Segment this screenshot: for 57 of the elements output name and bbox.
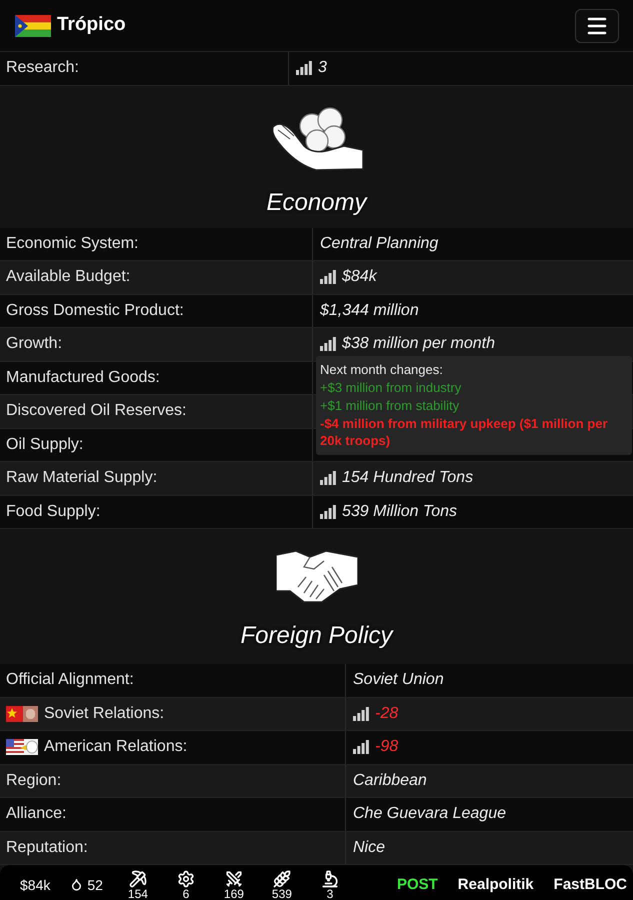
row-value: -28 (375, 704, 398, 724)
tooltip-line: +$1 million from stability (320, 396, 460, 414)
resource-count: 6 (182, 888, 190, 900)
row-label: Growth: (6, 334, 62, 354)
crossed-swords-icon (224, 870, 243, 888)
row-label: Region: (6, 770, 62, 791)
nav-link[interactable]: FastBLOC (554, 874, 627, 896)
row-label: Reputation: (6, 838, 88, 858)
row-value: $84k (342, 267, 377, 288)
row-value: Soviet Union (353, 670, 444, 690)
app-title[interactable]: Trópico (57, 11, 126, 40)
flag-icon (15, 14, 51, 36)
row-value: $38 million per month (342, 334, 495, 354)
row-value: -98 (375, 737, 398, 758)
wheat-icon (272, 870, 291, 888)
tooltip-title: Next month changes: (320, 360, 444, 378)
tooltip-line: +$3 million from industry (320, 378, 462, 396)
row-label: Manufactured Goods: (6, 368, 160, 388)
row-label: Official Alignment: (6, 670, 134, 690)
budget-text: $84k (20, 876, 50, 894)
gear-icon (176, 870, 195, 888)
row-value: Nice (353, 838, 386, 858)
row-value: 3 (318, 58, 327, 78)
pickaxe-icon (128, 870, 147, 888)
microscope-icon (320, 870, 339, 888)
row-label: American Relations: (44, 737, 188, 758)
soviet-flag-icon (6, 706, 38, 722)
row-label: Soviet Relations: (44, 704, 164, 724)
oil-count: 52 (87, 876, 103, 894)
resource-count: 169 (224, 888, 244, 900)
american-flag-icon (6, 739, 38, 756)
row-label: Alliance: (6, 804, 66, 824)
row-label: Food Supply: (6, 502, 100, 522)
resource-count: 539 (272, 888, 292, 900)
row-value: 154 Hundred Tons (342, 468, 474, 488)
row-label: Research: (6, 58, 79, 78)
section-title: Foreign Policy (240, 621, 393, 651)
resource-count: 3 (326, 888, 334, 900)
row-value: Central Planning (320, 234, 438, 254)
row-label: Available Budget: (6, 267, 130, 288)
row-value: Caribbean (353, 770, 427, 791)
row-label: Discovered Oil Reserves: (6, 401, 186, 422)
row-value: 539 Million Tons (342, 502, 458, 522)
row-value: $1,344 million (320, 300, 419, 321)
row-value: Che Guevara League (353, 804, 506, 824)
coins-in-hand-icon (270, 106, 364, 170)
nav-link[interactable]: Realpolitik (458, 874, 534, 896)
droplet-icon (70, 878, 84, 890)
row-label: Economic System: (6, 234, 138, 254)
tooltip-line: -$4 million from military upkeep ($1 million per 20k troops) (320, 414, 609, 448)
row-label: Gross Domestic Product: (6, 300, 184, 321)
nav-link[interactable]: POST (396, 874, 438, 896)
resource-count: 154 (128, 888, 148, 900)
section-title: Economy (266, 188, 367, 218)
row-label: Raw Material Supply: (6, 468, 158, 488)
row-label: Oil Supply: (6, 434, 84, 455)
menu-button[interactable] (575, 8, 619, 42)
